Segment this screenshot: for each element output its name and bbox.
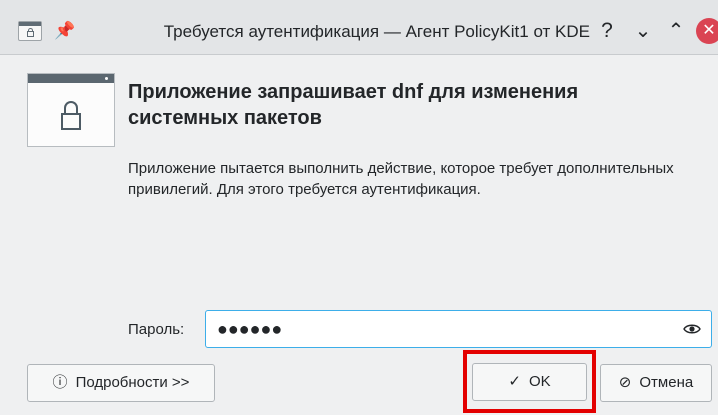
ok-highlight-box (463, 350, 596, 413)
cancel-button[interactable]: ⊘ Отмена (600, 364, 712, 402)
close-button[interactable]: ✕ (696, 18, 718, 44)
help-button[interactable]: ? (595, 19, 619, 43)
password-field[interactable]: ●●●●●● (205, 310, 712, 348)
cancel-button-label: Отмена (639, 374, 694, 391)
lock-window-icon (27, 73, 115, 147)
window-title: Требуется аутентификация — Агент PolicyK… (163, 22, 590, 41)
auth-dialog: 📌 Требуется аутентификация — Агент Polic… (0, 0, 718, 415)
pin-icon[interactable]: 📌 (54, 20, 76, 42)
maximize-button[interactable]: ⌃ (664, 19, 688, 43)
password-label: Пароль: (128, 321, 185, 338)
details-button-label: Подробности >> (75, 374, 190, 391)
eye-icon[interactable] (683, 323, 701, 335)
lock-window-icon[interactable] (18, 21, 42, 41)
minimize-button[interactable]: ⌄ (631, 19, 655, 43)
info-icon: ⓘ (52, 374, 68, 391)
dialog-heading: Приложение запрашивает dnf для изменения… (128, 81, 579, 129)
cancel-icon: ⊘ (618, 374, 632, 391)
password-value[interactable]: ●●●●●● (217, 317, 282, 341)
dialog-description: Приложение пытается выполнить действие, … (128, 160, 674, 198)
title-bar[interactable]: 📌 Требуется аутентификация — Агент Polic… (0, 0, 718, 55)
details-button[interactable]: ⓘ Подробности >> (27, 364, 215, 402)
